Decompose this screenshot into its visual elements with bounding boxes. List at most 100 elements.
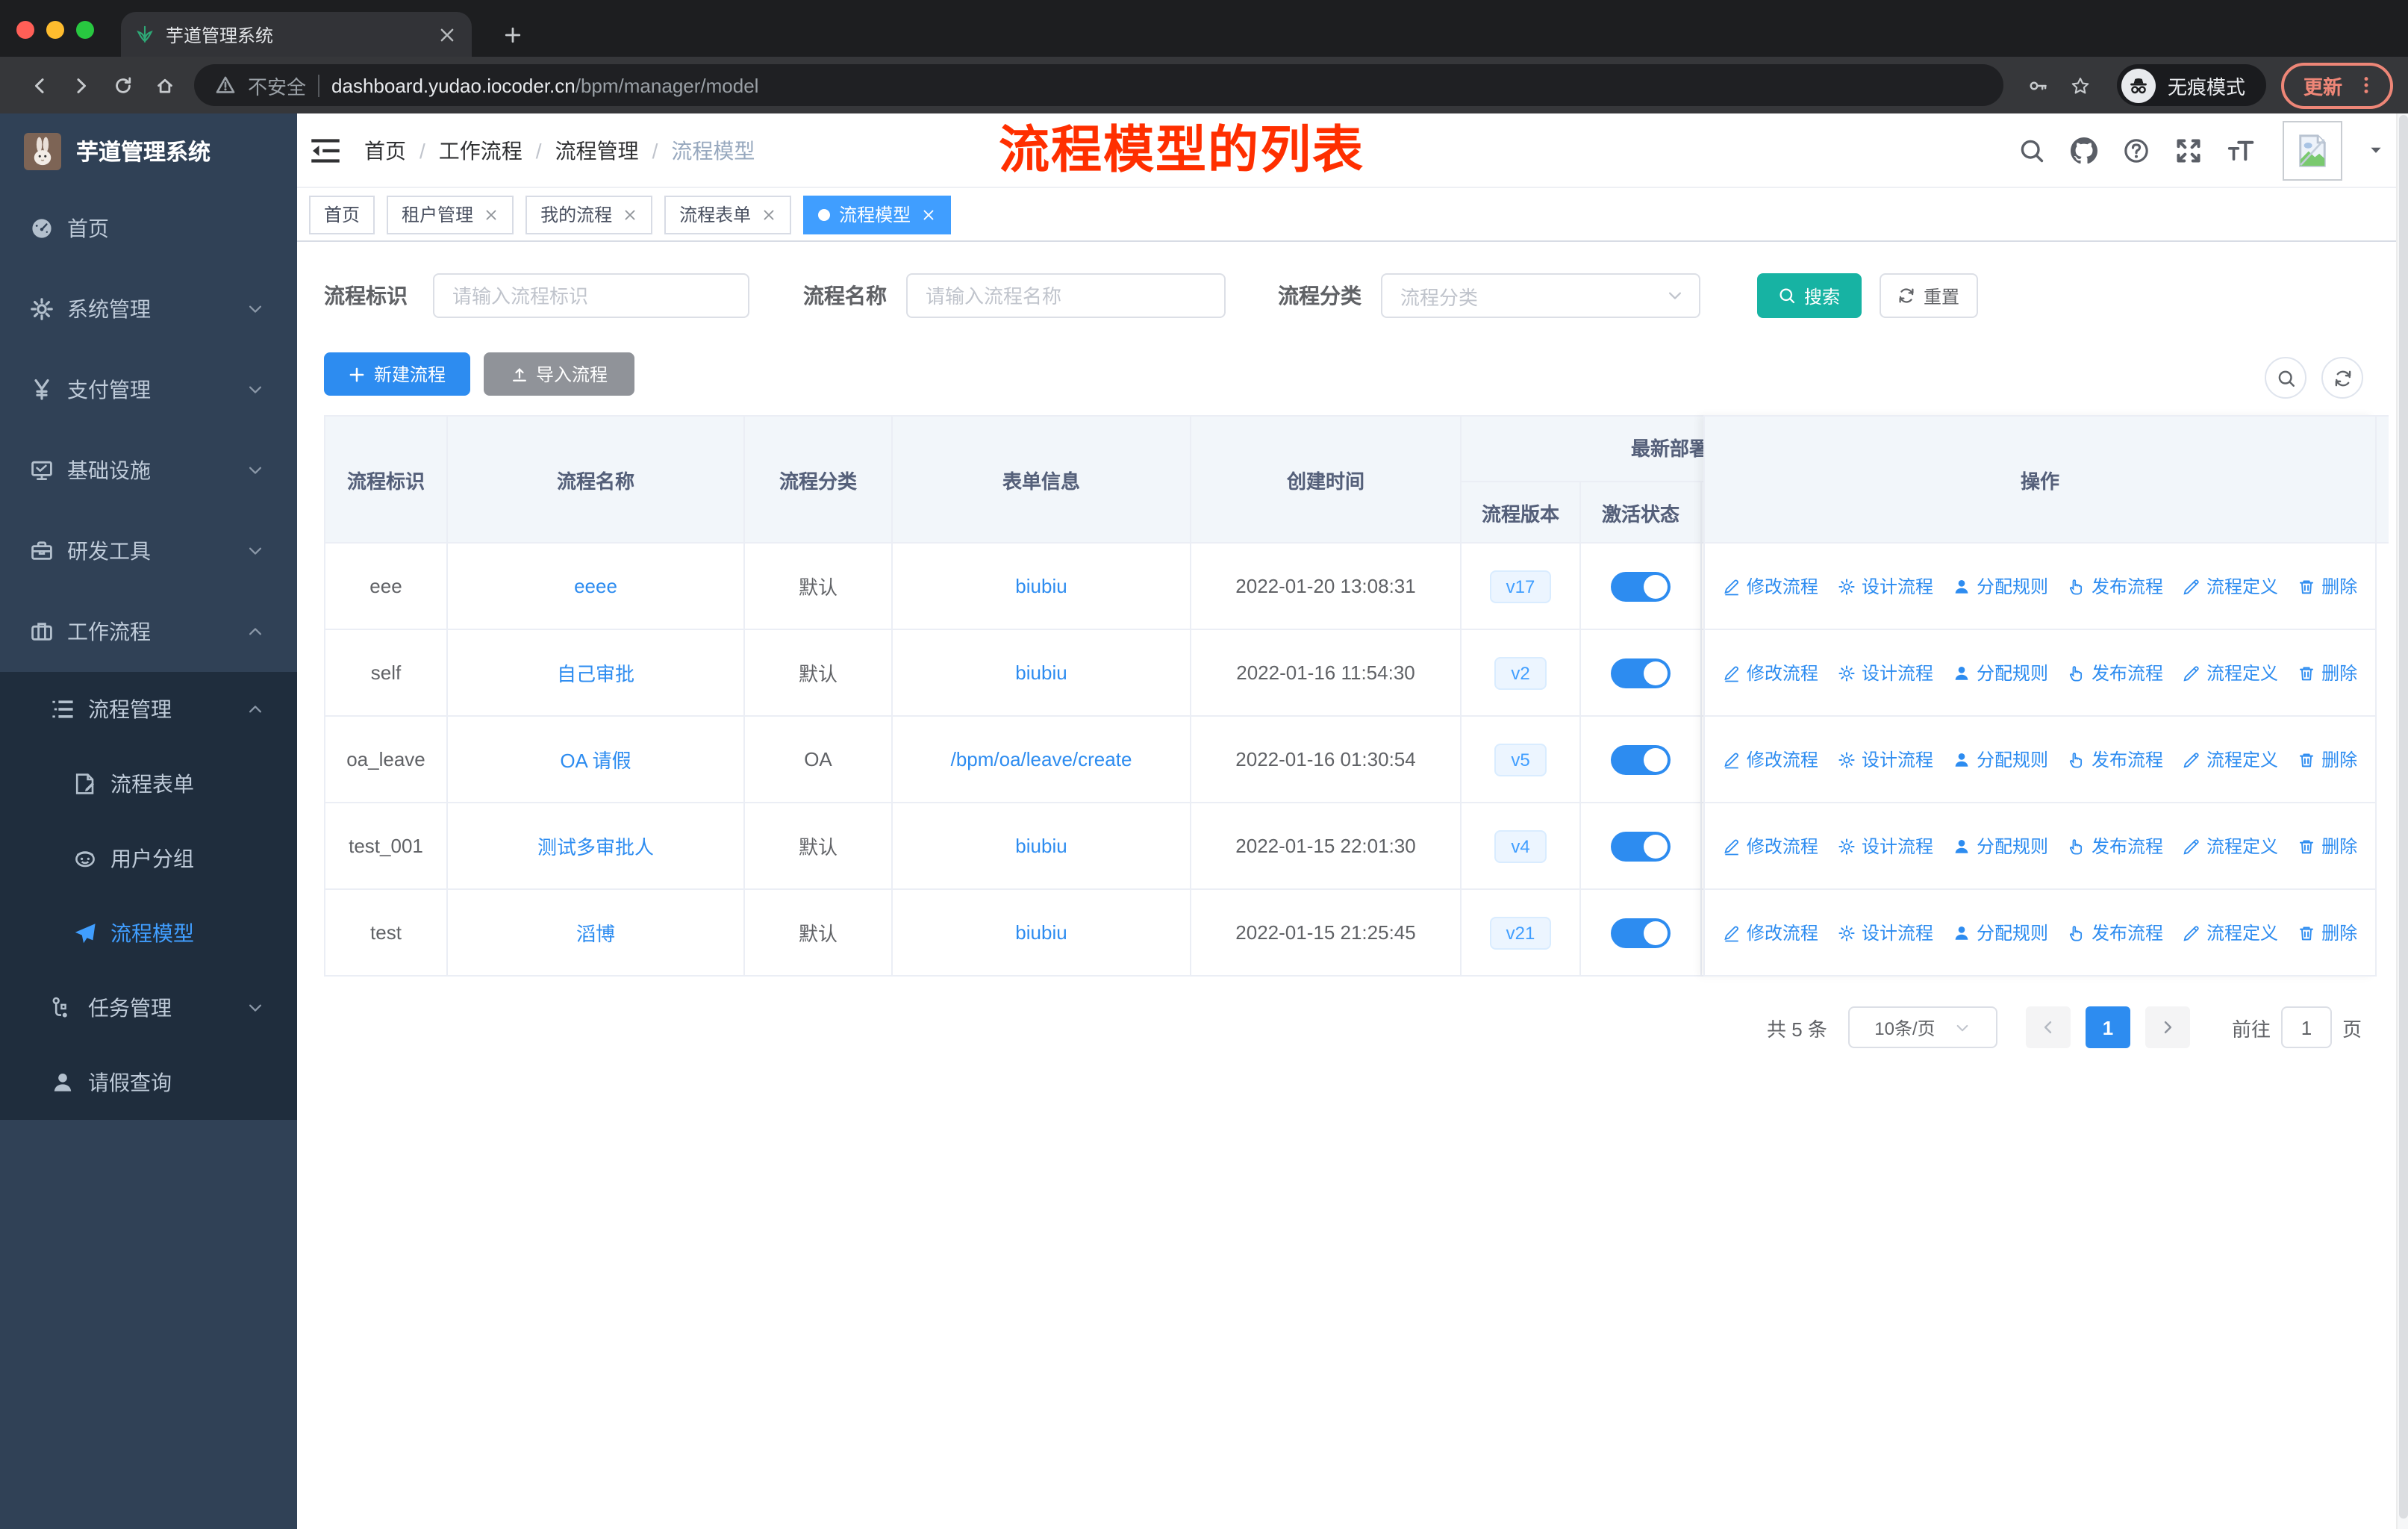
action-edit[interactable]: 修改流程: [1723, 747, 1818, 772]
version-badge[interactable]: v17: [1489, 570, 1552, 602]
tag-0[interactable]: 首页: [309, 195, 375, 234]
search-icon[interactable]: [2018, 137, 2045, 164]
sidebar-item-process-form[interactable]: 流程表单: [0, 747, 297, 821]
sidebar-collapse-icon[interactable]: [311, 135, 340, 165]
page-size-select[interactable]: 10条/页: [1847, 1006, 1997, 1048]
home-icon[interactable]: [143, 64, 185, 106]
action-edit[interactable]: 修改流程: [1723, 660, 1818, 685]
action-design[interactable]: 设计流程: [1838, 660, 1933, 685]
caret-down-icon[interactable]: [2368, 142, 2384, 158]
action-edit[interactable]: 修改流程: [1723, 573, 1818, 599]
action-delete[interactable]: 删除: [2298, 747, 2357, 772]
model-name-link[interactable]: eeee: [574, 575, 617, 597]
font-size-icon[interactable]: [2227, 137, 2254, 164]
sidebar-item-task-manage[interactable]: 任务管理: [0, 971, 297, 1045]
version-badge[interactable]: v2: [1494, 656, 1547, 689]
tag-2[interactable]: 我的流程: [525, 195, 653, 234]
active-toggle[interactable]: [1611, 658, 1671, 688]
forward-icon[interactable]: [60, 64, 102, 106]
action-assign[interactable]: 分配规则: [1953, 833, 2048, 859]
filter-key-input[interactable]: [433, 273, 749, 318]
help-icon[interactable]: [2123, 137, 2150, 164]
form-link[interactable]: biubiu: [1015, 661, 1067, 684]
action-definition[interactable]: 流程定义: [2183, 833, 2278, 859]
model-name-link[interactable]: 测试多审批人: [537, 832, 654, 860]
action-edit[interactable]: 修改流程: [1723, 920, 1818, 945]
version-badge[interactable]: v4: [1494, 829, 1547, 862]
avatar[interactable]: [2283, 120, 2342, 180]
action-assign[interactable]: 分配规则: [1953, 747, 2048, 772]
import-process-button[interactable]: 导入流程: [484, 352, 634, 396]
reload-icon[interactable]: [102, 64, 143, 106]
version-badge[interactable]: v21: [1489, 916, 1552, 949]
refresh-table-icon[interactable]: [2321, 357, 2363, 399]
action-delete[interactable]: 删除: [2298, 920, 2357, 945]
sidebar-item-leave-query[interactable]: 请假查询: [0, 1045, 297, 1120]
reset-button[interactable]: 重置: [1880, 273, 1978, 318]
action-publish[interactable]: 发布流程: [2068, 660, 2163, 685]
search-button[interactable]: 搜索: [1757, 273, 1862, 318]
action-publish[interactable]: 发布流程: [2068, 920, 2163, 945]
action-design[interactable]: 设计流程: [1838, 920, 1933, 945]
new-tab-button[interactable]: [493, 15, 531, 54]
active-toggle[interactable]: [1611, 571, 1671, 601]
fullscreen-icon[interactable]: [2175, 137, 2202, 164]
action-definition[interactable]: 流程定义: [2183, 747, 2278, 772]
breadcrumb-item[interactable]: 流程管理: [555, 135, 639, 165]
version-badge[interactable]: v5: [1494, 743, 1547, 776]
sidebar-item-infra[interactable]: 基础设施: [0, 430, 297, 511]
model-name-link[interactable]: OA 请假: [560, 745, 631, 773]
form-link[interactable]: /bpm/oa/leave/create: [951, 748, 1132, 770]
action-design[interactable]: 设计流程: [1838, 747, 1933, 772]
tag-1[interactable]: 租户管理: [387, 195, 514, 234]
close-icon[interactable]: [482, 207, 499, 222]
current-page-button[interactable]: 1: [2085, 1006, 2130, 1048]
github-icon[interactable]: [2071, 137, 2097, 164]
action-delete[interactable]: 删除: [2298, 660, 2357, 685]
action-definition[interactable]: 流程定义: [2183, 920, 2278, 945]
active-toggle[interactable]: [1611, 918, 1671, 947]
model-name-link[interactable]: 滔博: [576, 918, 615, 947]
action-delete[interactable]: 删除: [2298, 833, 2357, 859]
close-window-button[interactable]: [16, 21, 34, 39]
sidebar-item-process-manage[interactable]: 流程管理: [0, 672, 297, 747]
window-scrollbar[interactable]: [2396, 113, 2408, 1529]
more-menu-icon[interactable]: [2356, 75, 2377, 96]
back-icon[interactable]: [18, 64, 60, 106]
minimize-window-button[interactable]: [46, 21, 64, 39]
goto-page-input[interactable]: 1: [2280, 1006, 2332, 1048]
next-page-button[interactable]: [2145, 1006, 2190, 1048]
browser-tab[interactable]: 芋道管理系统: [121, 12, 472, 57]
action-assign[interactable]: 分配规则: [1953, 920, 2048, 945]
filter-name-input[interactable]: [906, 273, 1226, 318]
breadcrumb-item[interactable]: 首页: [364, 135, 406, 165]
update-button[interactable]: 更新: [2280, 62, 2393, 108]
create-process-button[interactable]: 新建流程: [324, 352, 470, 396]
sidebar-item-system[interactable]: 系统管理: [0, 269, 297, 349]
action-edit[interactable]: 修改流程: [1723, 833, 1818, 859]
sidebar-item-workflow[interactable]: 工作流程: [0, 591, 297, 672]
key-icon[interactable]: [2018, 64, 2060, 106]
action-definition[interactable]: 流程定义: [2183, 573, 2278, 599]
action-delete[interactable]: 删除: [2298, 573, 2357, 599]
action-assign[interactable]: 分配规则: [1953, 573, 2048, 599]
address-bar[interactable]: 不安全 dashboard.yudao.iocoder.cn/bpm/manag…: [194, 64, 2003, 106]
action-publish[interactable]: 发布流程: [2068, 833, 2163, 859]
action-publish[interactable]: 发布流程: [2068, 747, 2163, 772]
close-icon[interactable]: [760, 207, 776, 222]
action-design[interactable]: 设计流程: [1838, 573, 1933, 599]
action-definition[interactable]: 流程定义: [2183, 660, 2278, 685]
sidebar-item-home[interactable]: 首页: [0, 188, 297, 269]
form-link[interactable]: biubiu: [1015, 835, 1067, 857]
prev-page-button[interactable]: [2025, 1006, 2071, 1048]
scrollbar-thumb[interactable]: [2399, 115, 2408, 1519]
tab-close-icon[interactable]: [437, 25, 457, 44]
model-name-link[interactable]: 自己审批: [557, 658, 634, 687]
sidebar-item-user-group[interactable]: 用户分组: [0, 821, 297, 896]
toggle-search-icon[interactable]: [2265, 357, 2306, 399]
maximize-window-button[interactable]: [76, 21, 94, 39]
filter-category-select[interactable]: 流程分类: [1381, 273, 1700, 318]
close-icon[interactable]: [920, 207, 936, 222]
tag-3[interactable]: 流程表单: [664, 195, 792, 234]
action-publish[interactable]: 发布流程: [2068, 573, 2163, 599]
